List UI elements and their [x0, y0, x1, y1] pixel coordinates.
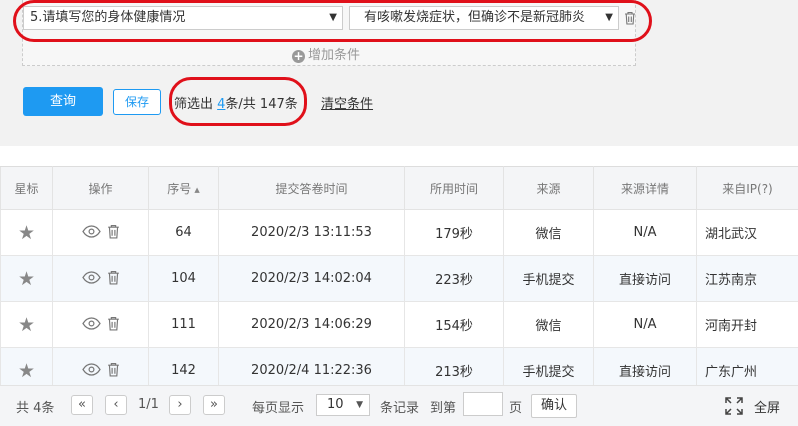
goto-page-input[interactable] [463, 392, 503, 416]
ip-location-cell: 湖北武汉 [697, 210, 798, 256]
page-indicator: 1/1 [138, 397, 159, 412]
source-cell: 微信 [504, 210, 594, 256]
clear-conditions-link[interactable]: 清空条件 [321, 93, 373, 112]
duration-cell: 179秒 [405, 210, 504, 256]
page-size-select[interactable]: 10 ▼ [316, 394, 370, 416]
col-header-seq-label: 序号 [167, 182, 191, 196]
seq-cell: 111 [149, 302, 219, 348]
chevron-down-icon: ▼ [356, 395, 363, 415]
pagination-bar: 共 4条 « ‹ 1/1 › » 每页显示 10 ▼ 条记录 到第 页 确认 全… [0, 385, 798, 426]
next-page-button[interactable]: › [169, 395, 191, 415]
trash-icon[interactable] [107, 362, 120, 377]
star-icon[interactable]: ★ [18, 360, 35, 382]
source-detail-cell: N/A [594, 302, 697, 348]
ip-location-cell: 河南开封 [697, 302, 798, 348]
expand-icon[interactable] [724, 396, 744, 416]
source-cell: 手机提交 [504, 256, 594, 302]
submit-time-cell: 2020/2/3 14:06:29 [219, 302, 405, 348]
seq-cell: 104 [149, 256, 219, 302]
eye-icon[interactable] [82, 363, 101, 376]
col-header-star: 星标 [1, 167, 53, 210]
col-header-source: 来源 [504, 167, 594, 210]
table-header-row: 星标 操作 序号▲ 提交答卷时间 所用时间 来源 来源详情 来自IP(?) [1, 167, 798, 210]
highlight-oval [13, 0, 652, 42]
confirm-button[interactable]: 确认 [531, 394, 577, 418]
save-button[interactable]: 保存 [113, 89, 161, 115]
col-header-actions: 操作 [53, 167, 149, 210]
source-detail-cell: N/A [594, 210, 697, 256]
page-size-value: 10 [327, 397, 344, 412]
submit-time-cell: 2020/2/3 13:11:53 [219, 210, 405, 256]
page-unit-label: 页 [509, 397, 522, 416]
eye-icon[interactable] [82, 225, 101, 238]
records-label: 条记录 [380, 397, 419, 416]
col-header-ip[interactable]: 来自IP(?) [697, 167, 798, 210]
ip-location-cell: 江苏南京 [697, 256, 798, 302]
add-condition-label: 增加条件 [308, 48, 360, 63]
prev-page-button[interactable]: ‹ [105, 395, 127, 415]
sort-asc-icon[interactable]: ▲ [194, 186, 199, 194]
star-cell: ★ [1, 256, 53, 302]
table-row: ★ 1042020/2/3 14:02:04223秒手机提交直接访问江苏南京 [1, 256, 798, 302]
results-table: 星标 操作 序号▲ 提交答卷时间 所用时间 来源 来源详情 来自IP(?) ★ 6… [0, 166, 798, 394]
col-header-duration: 所用时间 [405, 167, 504, 210]
col-header-seq[interactable]: 序号▲ [149, 167, 219, 210]
star-cell: ★ [1, 302, 53, 348]
table-row: ★ 1112020/2/3 14:06:29154秒微信N/A河南开封 [1, 302, 798, 348]
star-icon[interactable]: ★ [18, 222, 35, 244]
query-button[interactable]: 查询 [23, 87, 103, 116]
highlight-oval [169, 77, 307, 126]
trash-icon[interactable] [107, 270, 120, 285]
table-row: ★ 642020/2/3 13:11:53179秒微信N/A湖北武汉 [1, 210, 798, 256]
submit-time-cell: 2020/2/3 14:02:04 [219, 256, 405, 302]
seq-cell: 64 [149, 210, 219, 256]
col-header-submit-time: 提交答卷时间 [219, 167, 405, 210]
add-condition-button[interactable]: +增加条件 [292, 44, 360, 63]
duration-cell: 154秒 [405, 302, 504, 348]
fullscreen-label[interactable]: 全屏 [754, 397, 780, 416]
duration-cell: 223秒 [405, 256, 504, 302]
star-icon[interactable]: ★ [18, 314, 35, 336]
first-page-button[interactable]: « [71, 395, 93, 415]
source-cell: 微信 [504, 302, 594, 348]
source-detail-cell: 直接访问 [594, 256, 697, 302]
total-count: 共 4条 [16, 397, 54, 416]
goto-label: 到第 [430, 397, 456, 416]
star-icon[interactable]: ★ [18, 268, 35, 290]
per-page-label: 每页显示 [252, 397, 304, 416]
actions-cell [53, 302, 149, 348]
star-cell: ★ [1, 210, 53, 256]
trash-icon[interactable] [107, 224, 120, 239]
actions-cell [53, 256, 149, 302]
filter-panel: 5.请填写您的身体健康情况 ▼ 有咳嗽发烧症状，但确诊不是新冠肺炎 ▼ +增加条… [0, 0, 798, 146]
trash-icon[interactable] [107, 316, 120, 331]
col-header-source-detail: 来源详情 [594, 167, 697, 210]
actions-cell [53, 210, 149, 256]
plus-circle-icon: + [292, 50, 305, 63]
eye-icon[interactable] [82, 271, 101, 284]
eye-icon[interactable] [82, 317, 101, 330]
last-page-button[interactable]: » [203, 395, 225, 415]
